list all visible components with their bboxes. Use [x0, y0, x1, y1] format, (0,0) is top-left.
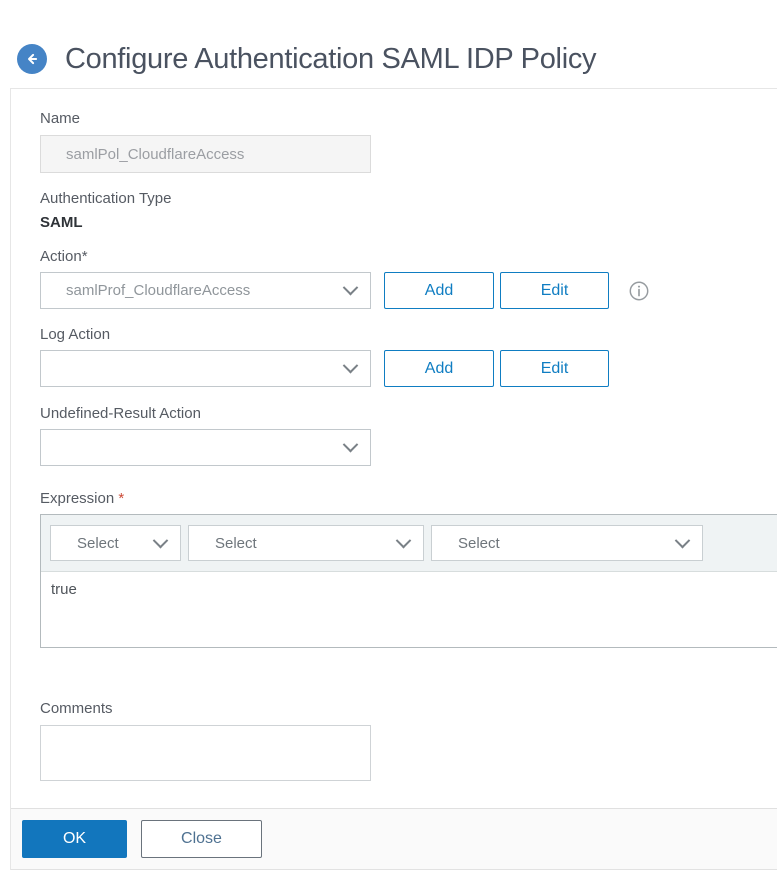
expression-builder: Select Select Select true — [40, 514, 777, 648]
action-edit-button[interactable]: Edit — [500, 272, 609, 309]
ok-button[interactable]: OK — [22, 820, 127, 858]
expression-label: Expression * — [40, 490, 125, 507]
log-action-row: Add Edit — [40, 350, 777, 387]
expression-toolbar: Select Select Select — [41, 515, 777, 572]
chevron-down-icon — [152, 532, 169, 548]
page-title: Configure Authentication SAML IDP Policy — [65, 42, 597, 75]
expression-value-editor[interactable]: true — [41, 572, 777, 647]
undefined-result-action-row — [40, 429, 777, 466]
info-icon — [628, 280, 650, 302]
log-action-select[interactable] — [40, 350, 371, 387]
expression-select-1[interactable]: Select — [50, 525, 181, 561]
undefined-result-action-select[interactable] — [40, 429, 371, 466]
chevron-down-icon — [342, 279, 359, 296]
log-action-edit-button[interactable]: Edit — [500, 350, 609, 387]
expression-select-2[interactable]: Select — [188, 525, 424, 561]
close-button[interactable]: Close — [141, 820, 262, 858]
name-input — [40, 135, 371, 173]
chevron-down-icon — [342, 436, 359, 453]
authentication-type-value: SAML — [40, 214, 83, 231]
action-info-button[interactable] — [628, 280, 650, 302]
action-add-button[interactable]: Add — [384, 272, 494, 309]
name-label: Name — [40, 110, 81, 127]
comments-textarea[interactable] — [40, 725, 371, 781]
chevron-down-icon — [674, 532, 691, 548]
back-button[interactable] — [17, 44, 47, 74]
comments-label: Comments — [40, 700, 113, 717]
action-select[interactable]: samlProf_CloudflareAccess — [40, 272, 371, 309]
action-label: Action* — [40, 248, 88, 265]
log-action-label: Log Action — [40, 326, 111, 343]
footer-bar: OK Close — [11, 808, 777, 870]
chevron-down-icon — [342, 357, 359, 374]
action-row: samlProf_CloudflareAccess Add Edit — [40, 272, 777, 309]
expression-select-3[interactable]: Select — [431, 525, 703, 561]
required-asterisk: * — [118, 490, 125, 507]
authentication-type-label: Authentication Type — [40, 190, 172, 207]
form-panel: Name Authentication Type SAML Action* sa… — [10, 88, 777, 870]
action-select-value: samlProf_CloudflareAccess — [66, 282, 251, 299]
undefined-result-action-label: Undefined-Result Action — [40, 405, 201, 422]
page-header: Configure Authentication SAML IDP Policy — [0, 0, 777, 88]
log-action-add-button[interactable]: Add — [384, 350, 494, 387]
back-arrow-icon — [23, 50, 41, 68]
chevron-down-icon — [395, 532, 412, 548]
